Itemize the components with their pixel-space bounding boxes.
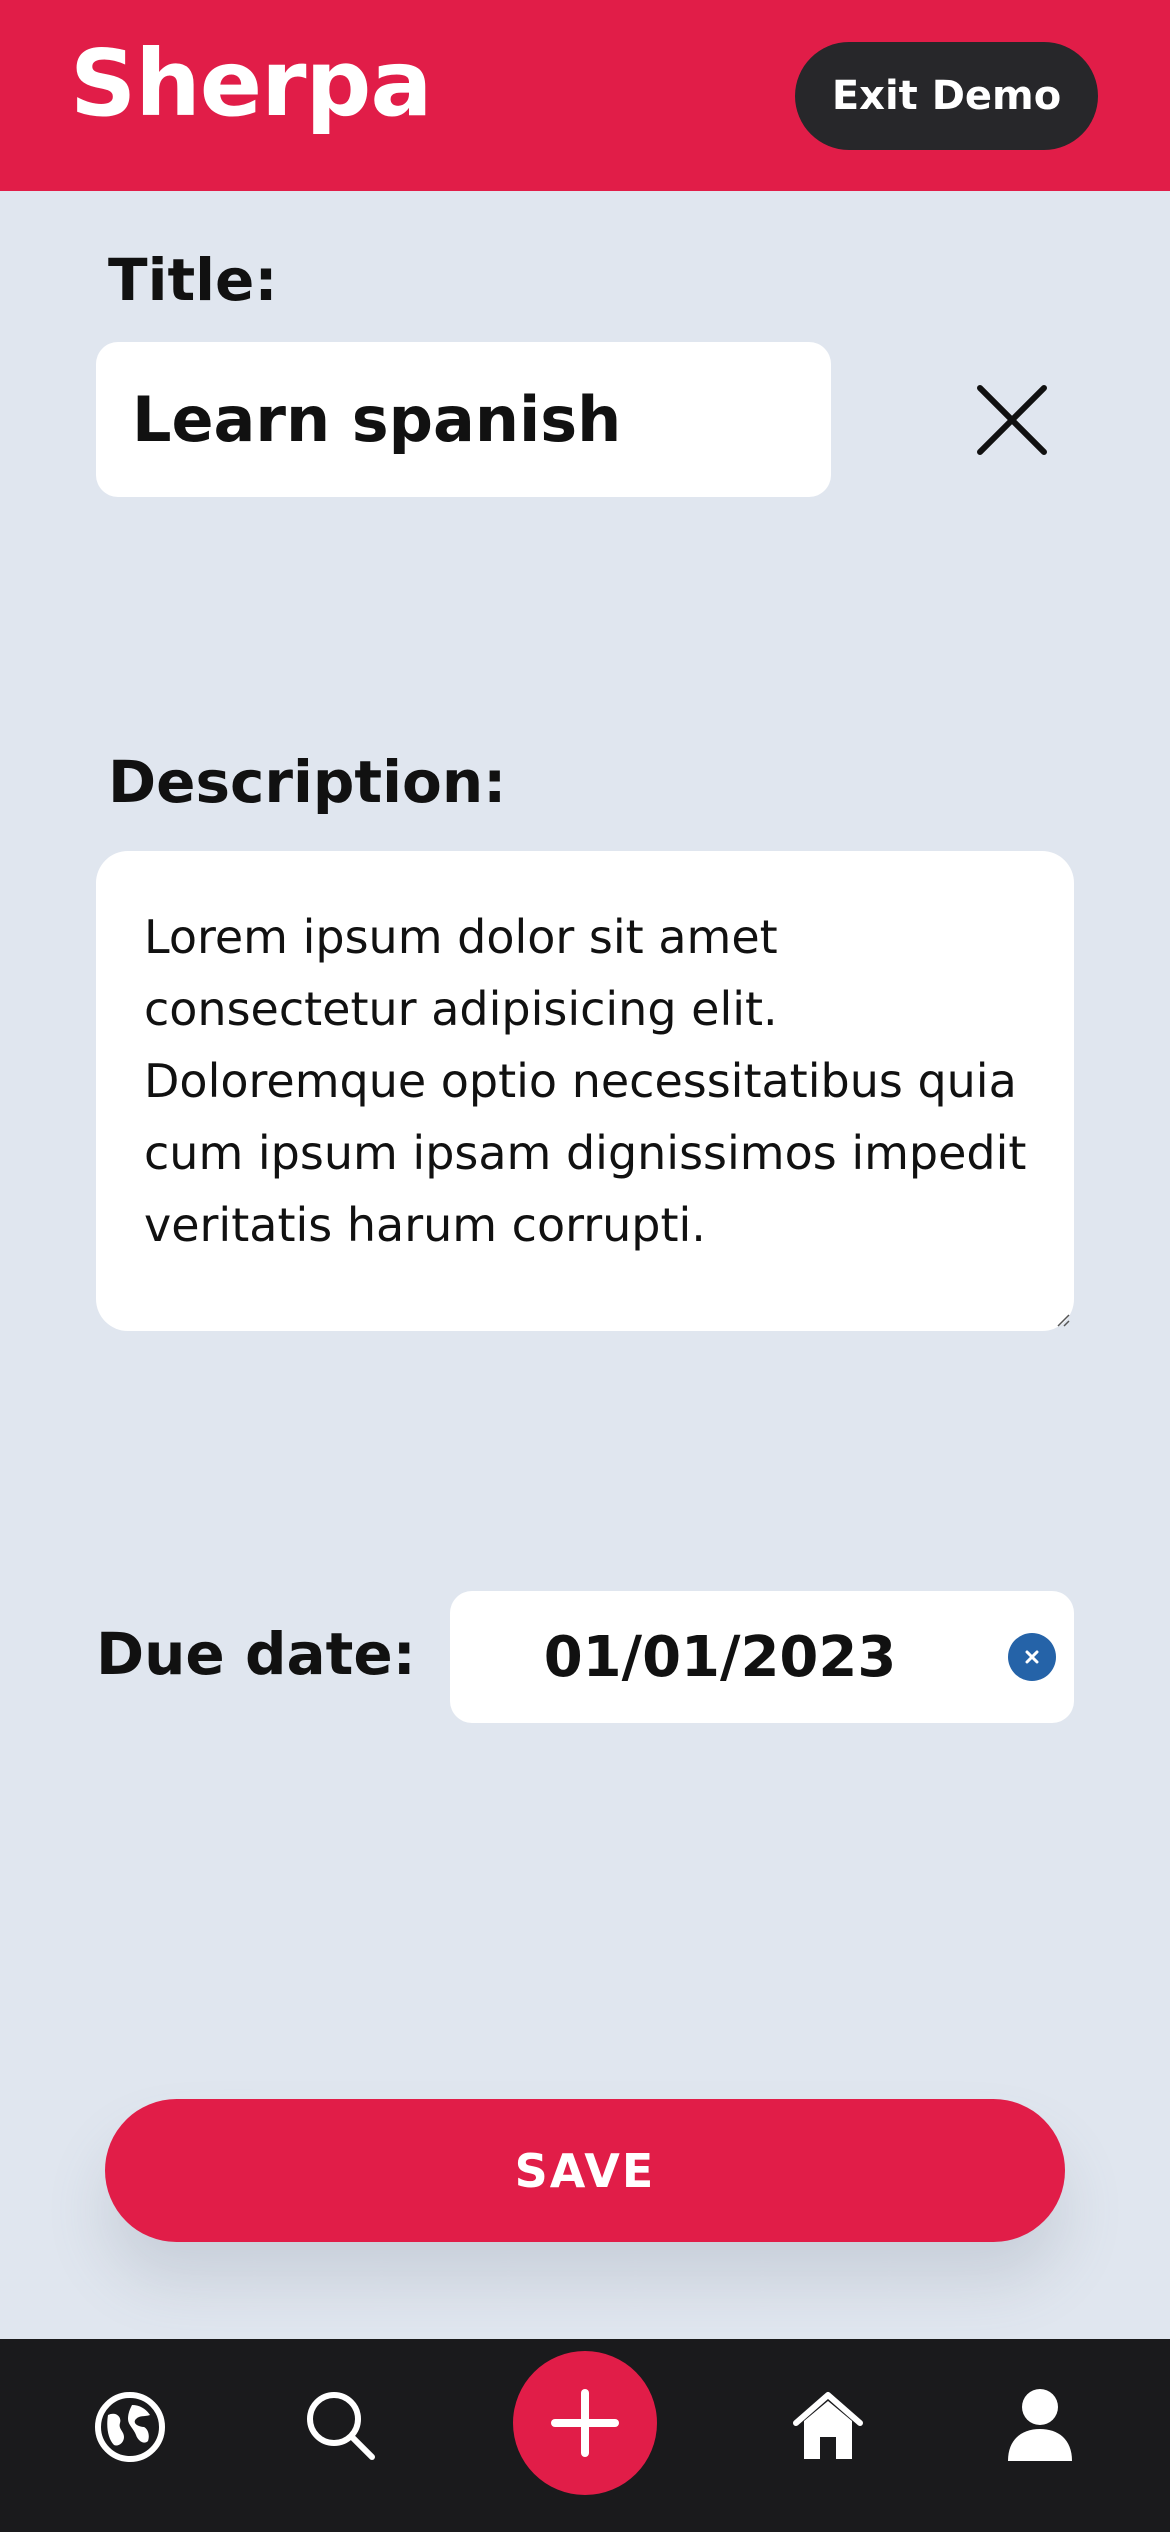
app-logo: Sherpa — [70, 30, 432, 137]
due-date-input[interactable]: 01/01/2023 — [450, 1591, 1074, 1723]
close-icon — [977, 385, 1047, 455]
due-date-label: Due date: — [96, 1620, 416, 1688]
description-label: Description: — [108, 748, 507, 816]
user-icon — [1008, 2389, 1072, 2461]
nav-explore[interactable] — [90, 2387, 170, 2467]
close-button[interactable] — [972, 380, 1052, 460]
due-date-value: 01/01/2023 — [543, 1624, 897, 1690]
globe-icon — [95, 2392, 165, 2462]
nav-search[interactable] — [300, 2385, 380, 2465]
description-textarea[interactable]: Lorem ipsum dolor sit amet consectetur a… — [96, 851, 1074, 1331]
title-input[interactable]: Learn spanish — [96, 342, 831, 497]
title-label: Title: — [108, 246, 278, 314]
nav-home[interactable] — [788, 2385, 868, 2465]
save-button[interactable]: SAVE — [105, 2099, 1065, 2242]
resize-grip-icon[interactable] — [1056, 1313, 1070, 1327]
nav-profile[interactable] — [1000, 2385, 1080, 2465]
search-icon — [307, 2392, 375, 2460]
plus-icon — [551, 2389, 619, 2457]
nav-add-button[interactable] — [513, 2351, 657, 2495]
exit-demo-button[interactable]: Exit Demo — [795, 42, 1098, 150]
app-header: Sherpa Exit Demo — [0, 0, 1170, 191]
description-text: Lorem ipsum dolor sit amet consectetur a… — [144, 910, 1027, 1252]
clear-date-icon — [1025, 1650, 1039, 1664]
home-icon — [793, 2392, 863, 2459]
clear-date-button[interactable] — [1008, 1633, 1056, 1681]
